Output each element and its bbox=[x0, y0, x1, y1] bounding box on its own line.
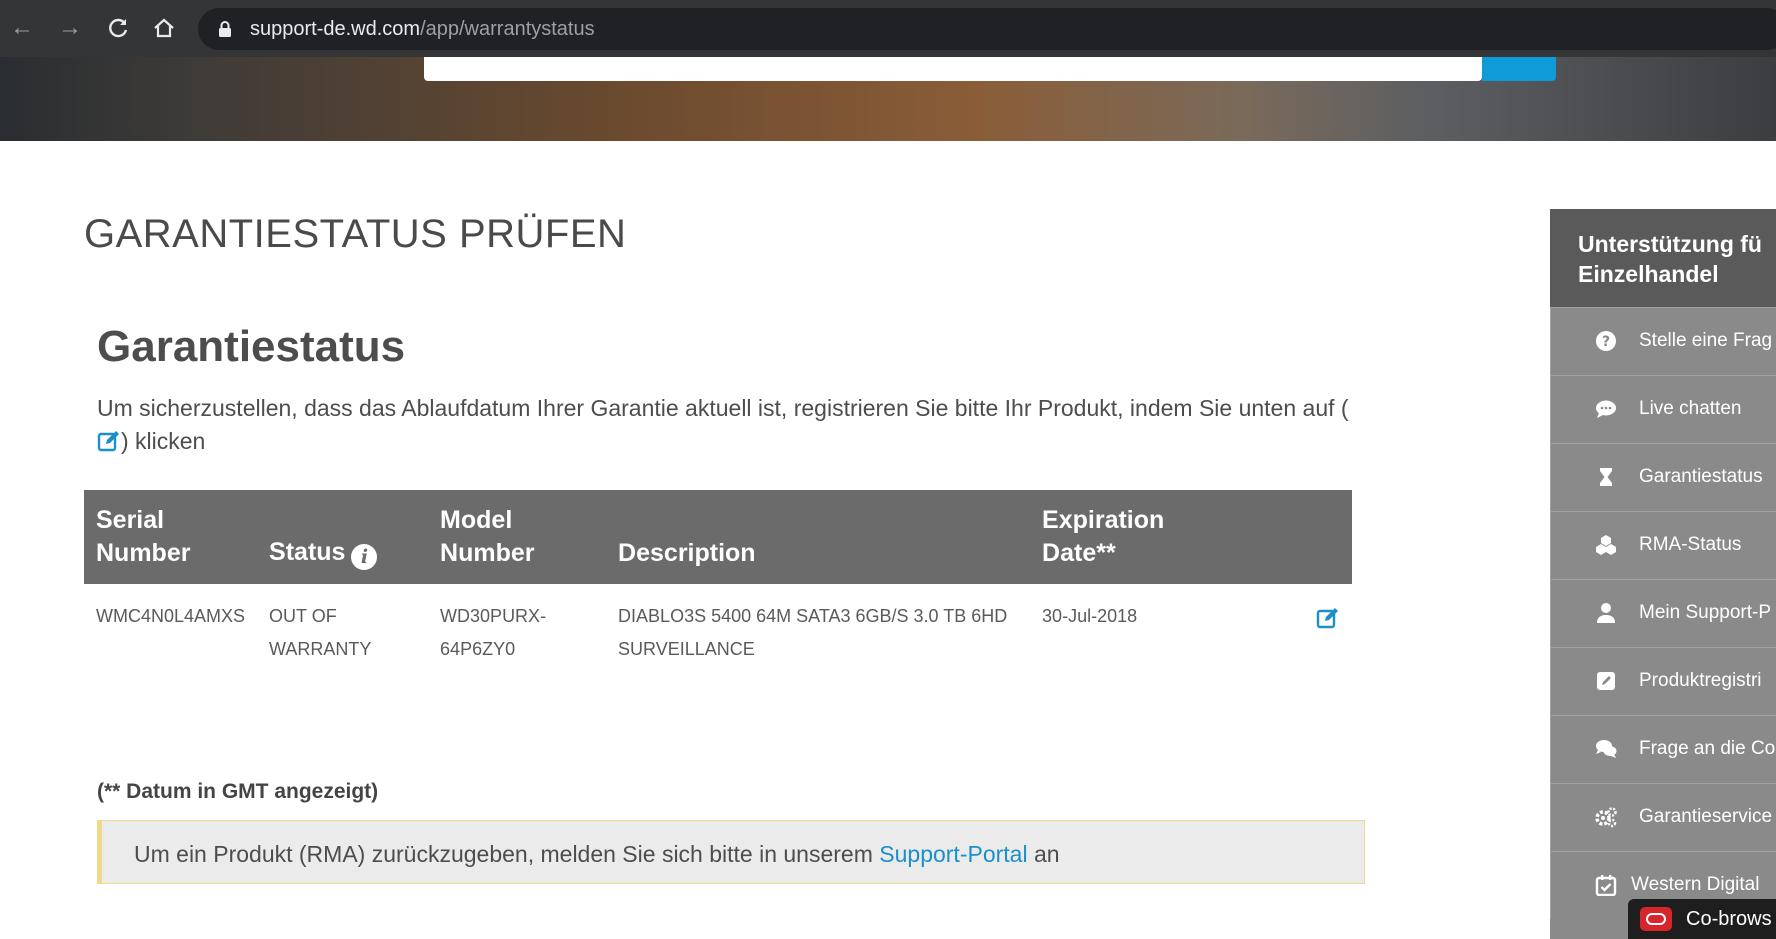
support-sidebar: Unterstützung fü Einzelhandel ? Stelle e… bbox=[1550, 209, 1776, 939]
user-icon bbox=[1597, 603, 1615, 623]
sidebar-item-my-support[interactable]: Mein Support-P bbox=[1550, 579, 1776, 647]
page-title: GARANTIESTATUS PRÜFEN bbox=[84, 212, 627, 256]
back-arrow-icon[interactable]: ← bbox=[8, 14, 36, 42]
cobrowse-button[interactable]: Co-brows bbox=[1628, 899, 1776, 939]
reload-icon[interactable] bbox=[104, 14, 132, 42]
hero-banner bbox=[0, 57, 1776, 141]
hourglass-icon bbox=[1600, 468, 1612, 486]
rma-notice: Um ein Produkt (RMA) zurückzugeben, meld… bbox=[97, 820, 1365, 884]
address-bar[interactable]: support-de.wd.com/app/warrantystatus bbox=[198, 8, 1776, 50]
sidebar-item-product-registration[interactable]: Produktregistri bbox=[1550, 647, 1776, 715]
cell-model: WD30PURX-64P6ZY0 bbox=[440, 606, 547, 659]
home-icon[interactable] bbox=[150, 14, 178, 42]
comments-icon bbox=[1596, 740, 1617, 758]
svg-text:?: ? bbox=[1602, 334, 1610, 350]
cell-description: DIABLO3S 5400 64M SATA3 6GB/S 3.0 TB 6HD… bbox=[618, 606, 1008, 659]
question-icon: ? bbox=[1596, 331, 1616, 351]
header-action bbox=[1224, 490, 1352, 584]
section-title: Garantiestatus bbox=[97, 322, 406, 371]
intro-text: Um sicherzustellen, dass das Ablaufdatum… bbox=[97, 395, 1349, 454]
cobrowse-logo-icon bbox=[1640, 907, 1672, 931]
sidebar-item-rma-status[interactable]: RMA-Status bbox=[1550, 511, 1776, 579]
header-serial-number: Serial Number bbox=[96, 506, 191, 567]
register-edit-icon[interactable] bbox=[1316, 606, 1340, 630]
sidebar-item-community-question[interactable]: Frage an die Co bbox=[1550, 715, 1776, 783]
search-button[interactable] bbox=[1482, 57, 1556, 81]
lock-icon bbox=[219, 21, 231, 37]
header-status: Status i bbox=[257, 490, 428, 584]
cell-expiration: 30-Jul-2018 bbox=[1042, 606, 1138, 626]
sidebar-item-ask-question[interactable]: ? Stelle eine Frag bbox=[1550, 307, 1776, 375]
boxes-icon bbox=[1596, 535, 1616, 555]
chat-bubble-icon bbox=[1596, 400, 1616, 418]
browser-toolbar: ← → support-de.wd.com/app/warrantystatus bbox=[0, 0, 1776, 57]
header-model-number: Model Number bbox=[440, 506, 535, 567]
warranty-table: Serial Number Status i Model Number Descr… bbox=[84, 490, 1352, 682]
sidebar-item-warranty-status[interactable]: Garantiestatus bbox=[1550, 443, 1776, 511]
gears-icon bbox=[1595, 807, 1617, 828]
cell-status: OUT OF WARRANTY bbox=[269, 606, 372, 659]
search-input[interactable] bbox=[424, 57, 1482, 81]
header-description: Description bbox=[618, 539, 756, 567]
sidebar-item-live-chat[interactable]: Live chatten bbox=[1550, 375, 1776, 443]
table-row: WMC4N0L4AMXS OUT OF WARRANTY WD30PURX-64… bbox=[84, 584, 1352, 682]
sidebar-heading: Unterstützung fü Einzelhandel bbox=[1550, 209, 1776, 307]
table-header-row: Serial Number Status i Model Number Descr… bbox=[84, 490, 1352, 584]
forward-arrow-icon[interactable]: → bbox=[56, 14, 84, 42]
cell-register-action bbox=[1224, 584, 1352, 682]
gmt-note: (** Datum in GMT angezeigt) bbox=[97, 780, 379, 803]
sidebar-item-warranty-service[interactable]: Garantieservice bbox=[1550, 783, 1776, 851]
info-icon[interactable]: i bbox=[351, 544, 378, 570]
edit-icon bbox=[97, 431, 119, 452]
cell-serial: WMC4N0L4AMXS bbox=[96, 606, 246, 626]
support-portal-link[interactable]: Support-Portal bbox=[879, 841, 1027, 867]
header-expiration-date: Expiration Date** bbox=[1042, 506, 1165, 567]
edit-square-icon bbox=[1597, 672, 1615, 690]
url-text: support-de.wd.com/app/warrantystatus bbox=[250, 18, 595, 40]
calendar-check-icon bbox=[1595, 875, 1617, 896]
